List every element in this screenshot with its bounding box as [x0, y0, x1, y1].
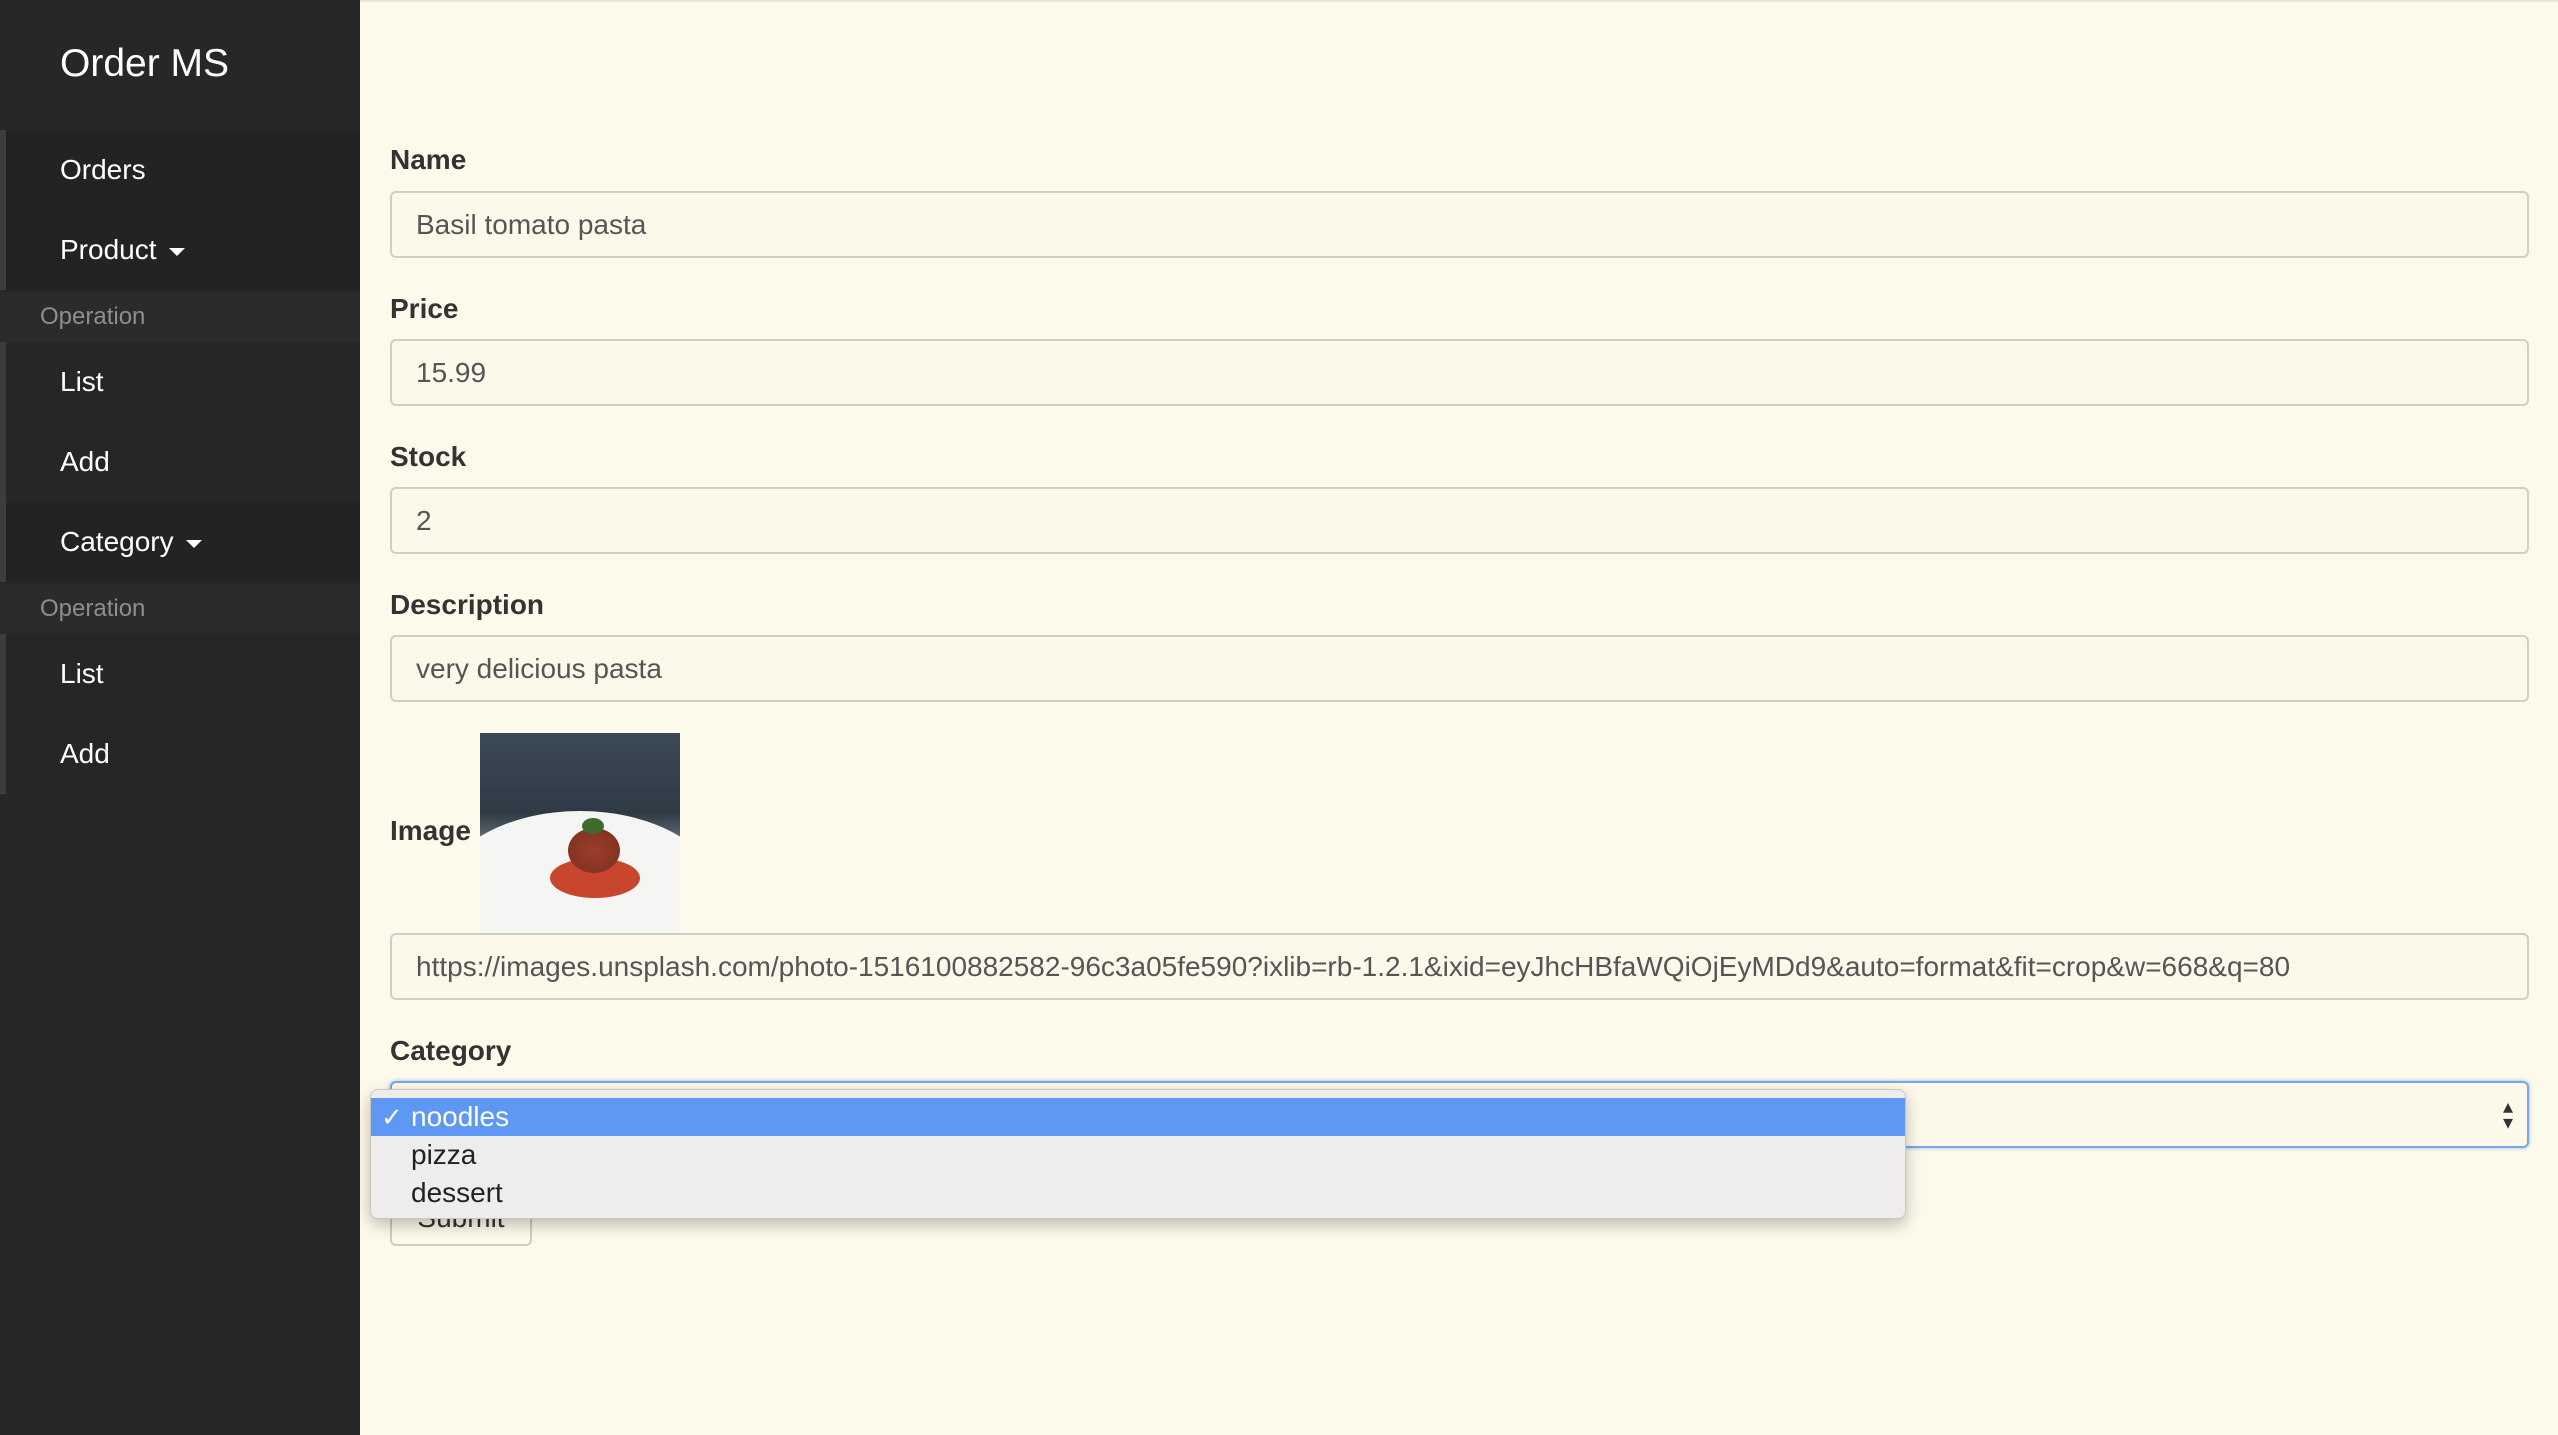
stock-field[interactable]: 2	[390, 487, 2529, 554]
category-label: Category	[390, 1035, 512, 1066]
main-content: Name Basil tomato pasta Price 15.99 Stoc…	[360, 0, 2558, 1435]
image-url-field[interactable]: https://images.unsplash.com/photo-151610…	[390, 933, 2529, 1000]
category-operation-header: Operation	[0, 584, 360, 634]
category-submenu: List Add	[0, 634, 360, 794]
product-add-link[interactable]: Add	[6, 422, 360, 502]
image-label: Image	[390, 815, 471, 846]
top-divider	[360, 0, 2558, 2]
description-field[interactable]: very delicious pasta	[390, 635, 2529, 702]
category-add-link[interactable]: Add	[6, 714, 360, 794]
sidebar-item-product-label: Product	[60, 234, 157, 265]
option-label: dessert	[411, 1177, 503, 1208]
stock-label: Stock	[390, 441, 467, 472]
price-field[interactable]: 15.99	[390, 339, 2529, 406]
product-list-link[interactable]: List	[6, 342, 360, 422]
option-label: noodles	[411, 1101, 510, 1132]
product-operation-header: Operation	[0, 292, 360, 342]
name-label: Name	[390, 144, 467, 175]
caret-down-icon	[185, 539, 202, 548]
sidebar-item-orders[interactable]: Orders	[6, 130, 360, 210]
category-dropdown: ✓ noodles pizza dessert	[370, 1089, 1906, 1219]
product-submenu: List Add Category	[0, 342, 360, 582]
sidebar-item-category-label: Category	[60, 526, 174, 557]
name-field[interactable]: Basil tomato pasta	[390, 191, 2529, 258]
caret-down-icon	[168, 247, 185, 256]
sidebar-item-category[interactable]: Category	[6, 502, 360, 582]
brand-title[interactable]: Order MS	[60, 38, 229, 90]
category-list-link[interactable]: List	[6, 634, 360, 714]
option-label: pizza	[411, 1139, 477, 1170]
price-label: Price	[390, 293, 459, 324]
checkmark-icon: ✓	[381, 1102, 403, 1132]
category-option-noodles[interactable]: ✓ noodles	[371, 1098, 1905, 1136]
noodles-shape	[568, 828, 620, 873]
product-image-preview	[480, 733, 680, 933]
sidebar: Order MS Orders Product Operation List A…	[0, 0, 360, 1435]
sidebar-nav: Orders Product	[0, 130, 360, 290]
basil-shape	[582, 818, 604, 834]
description-label: Description	[390, 589, 545, 620]
category-option-dessert[interactable]: dessert	[371, 1174, 1905, 1212]
select-arrows-icon: ▴ ▾	[2502, 1096, 2513, 1134]
category-option-pizza[interactable]: pizza	[371, 1136, 1905, 1174]
sidebar-item-product[interactable]: Product	[6, 210, 360, 290]
